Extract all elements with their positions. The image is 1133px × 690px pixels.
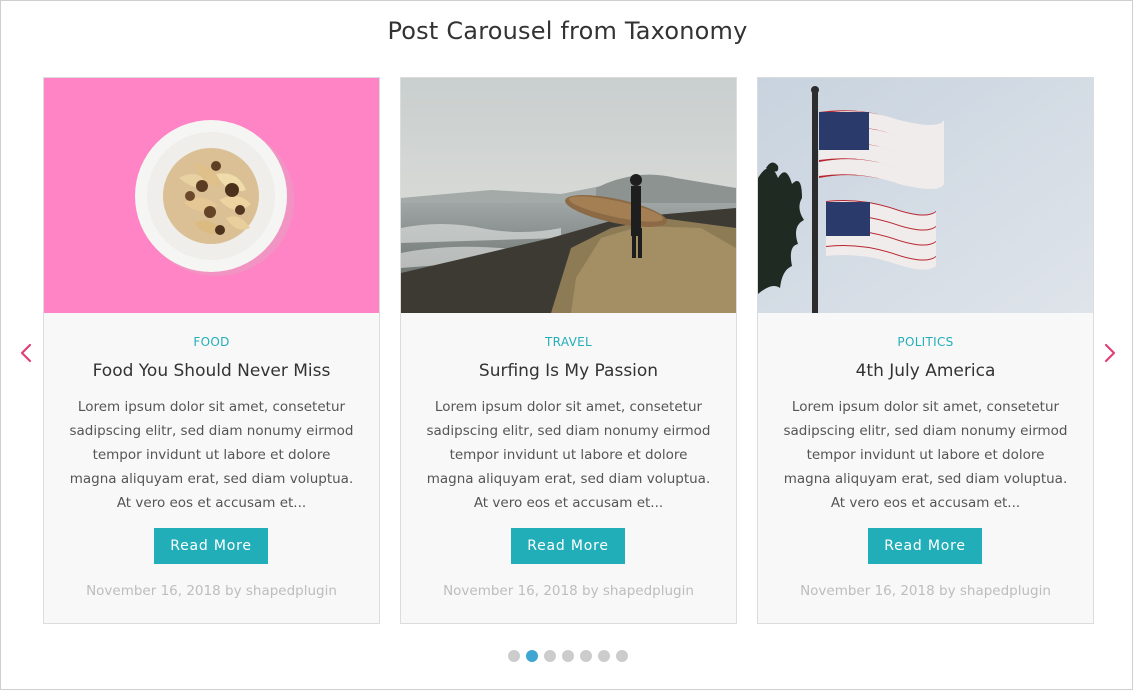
carousel-container: Post Carousel from Taxonomy FOOD Food Yo… xyxy=(0,0,1133,690)
surfer-beach-image xyxy=(401,78,736,313)
post-excerpt: Lorem ipsum dolor sit amet, consetetur s… xyxy=(426,399,711,511)
post-title[interactable]: Food You Should Never Miss xyxy=(44,361,379,381)
post-thumbnail-politics[interactable] xyxy=(758,78,1093,313)
pagination-dot[interactable] xyxy=(507,650,520,662)
pagination-dot-active[interactable] xyxy=(525,650,538,662)
carousel-next-button[interactable] xyxy=(1100,339,1120,367)
post-by-label: by xyxy=(225,583,242,599)
carousel-prev-button[interactable] xyxy=(16,339,36,367)
american-flags-image xyxy=(758,78,1093,313)
post-date: November 16, 2018 xyxy=(443,583,578,599)
post-excerpt: Lorem ipsum dolor sit amet, consetetur s… xyxy=(783,399,1068,511)
post-author[interactable]: shapedplugin xyxy=(960,583,1051,599)
post-title[interactable]: Surfing Is My Passion xyxy=(401,361,736,381)
post-meta: November 16, 2018 by shapedplugin xyxy=(758,583,1093,599)
pagination-dot[interactable] xyxy=(561,650,574,662)
read-more-button[interactable]: Read More xyxy=(511,528,625,564)
read-more-button[interactable]: Read More xyxy=(868,528,982,564)
pagination-dot[interactable] xyxy=(597,650,610,662)
chevron-right-icon xyxy=(1104,343,1116,363)
section-title: Post Carousel from Taxonomy xyxy=(387,17,748,45)
post-category[interactable]: TRAVEL xyxy=(401,335,736,349)
post-date: November 16, 2018 xyxy=(86,583,221,599)
post-meta: November 16, 2018 by shapedplugin xyxy=(44,583,379,599)
post-category[interactable]: POLITICS xyxy=(758,335,1093,349)
carousel-pagination xyxy=(1,650,1133,662)
read-more-button[interactable]: Read More xyxy=(154,528,268,564)
post-date: November 16, 2018 xyxy=(800,583,935,599)
post-card: POLITICS 4th July America Lorem ipsum do… xyxy=(757,77,1094,624)
post-card: FOOD Food You Should Never Miss Lorem ip… xyxy=(43,77,380,624)
post-title[interactable]: 4th July America xyxy=(758,361,1093,381)
pagination-dot[interactable] xyxy=(579,650,592,662)
post-by-label: by xyxy=(939,583,956,599)
post-meta: November 16, 2018 by shapedplugin xyxy=(401,583,736,599)
pagination-dot[interactable] xyxy=(615,650,628,662)
post-author[interactable]: shapedplugin xyxy=(246,583,337,599)
chevron-left-icon xyxy=(20,343,32,363)
post-category[interactable]: FOOD xyxy=(44,335,379,349)
post-thumbnail-travel[interactable] xyxy=(401,78,736,313)
food-plate-image xyxy=(44,78,379,313)
post-card: TRAVEL Surfing Is My Passion Lorem ipsum… xyxy=(400,77,737,624)
post-thumbnail-food[interactable] xyxy=(44,78,379,313)
post-excerpt: Lorem ipsum dolor sit amet, consetetur s… xyxy=(69,399,354,511)
post-author[interactable]: shapedplugin xyxy=(603,583,694,599)
post-by-label: by xyxy=(582,583,599,599)
pagination-dot[interactable] xyxy=(543,650,556,662)
